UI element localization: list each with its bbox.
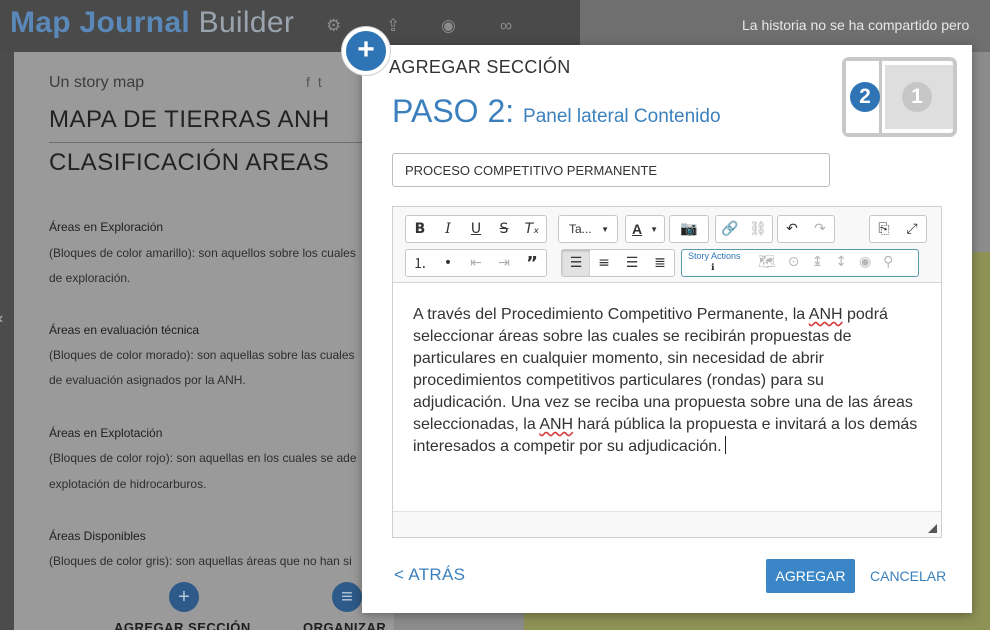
app-title-light: Builder [198,6,295,39]
text-color-group: A ▼ [625,215,665,243]
link-icon[interactable]: 🔗 [716,216,744,242]
caret-down-icon: ▼ [650,224,658,234]
bullet-list-icon[interactable]: • [434,250,462,276]
content-text: A través del Procedimiento Competitivo P… [413,306,809,323]
story-side-panel: Un story map ft MAPA DE TIERRAS ANH CLAS… [14,52,394,630]
text-color-dropdown[interactable]: A ▼ [626,216,664,242]
history-group: ↶ ↷ [777,215,835,243]
resize-handle-icon[interactable] [928,524,937,533]
italic-button[interactable]: I [434,216,462,242]
maximize-icon[interactable]: ⤢ [898,216,926,242]
align-right-icon[interactable]: ☰ [618,250,646,276]
underline-button[interactable]: U [462,216,490,242]
strikethrough-button[interactable]: S [490,216,518,242]
back-button[interactable]: < ATRÁS [394,565,465,585]
bold-button[interactable]: B [406,216,434,242]
section-text: (Bloques de color rojo): son aquellas en… [49,451,357,465]
editor-toolbar: B I U S Tₓ Ta... ▼ A ▼ 📷 🔗 ⛓ ↶ ↷ ⎘ ⤢ ⒈ •… [393,207,941,283]
story-action-icons[interactable]: 🗺⊙↨↕◉⚲ [758,254,905,270]
editor-content[interactable]: A través del Procedimiento Competitivo P… [393,284,941,511]
story-byline: Un story map [49,74,145,91]
format-group: B I U S Tₓ [405,215,547,243]
section-text: de evaluación asignados por la ANH. [49,373,246,387]
align-left-icon[interactable]: ☰ [562,250,590,276]
step-subtitle: Panel lateral Contenido [523,106,721,127]
section-text: (Bloques de color amarillo): son aquello… [49,246,356,260]
social-share-icons[interactable]: ft [306,74,330,90]
layout-thumbnail: 2 1 [842,57,957,137]
section-text: (Bloques de color gris): son aquellas ár… [49,554,352,568]
blockquote-icon[interactable]: ” [518,250,546,276]
font-size-value: Ta... [569,222,592,236]
title-divider [49,142,394,143]
settings-icon[interactable]: ⚙ [326,16,341,36]
app-title: Map Journal Builder [10,6,294,40]
content-text: podrá seleccionar áreas sobre las cuales… [413,306,913,433]
organize-link[interactable]: ORGANIZAR [303,620,386,630]
source-icon[interactable]: ⎘ [870,216,898,242]
editor-statusbar [393,511,941,537]
spellcheck-word: ANH [539,416,574,433]
redo-icon[interactable]: ↷ [806,216,834,242]
cancel-button[interactable]: CANCELAR [870,568,946,584]
link-group: 🔗 ⛓ [715,215,773,243]
outdent-icon[interactable]: ⇤ [462,250,490,276]
app-title-bold: Map Journal [10,6,190,39]
rich-text-editor: B I U S Tₓ Ta... ▼ A ▼ 📷 🔗 ⛓ ↶ ↷ ⎘ ⤢ ⒈ •… [392,206,942,538]
text-caret [724,436,726,454]
add-section-dialog: AGREGAR SECCIÓN PASO 2: Panel lateral Co… [362,45,972,613]
font-size-group: Ta... ▼ [558,215,618,243]
story-actions-label: Story Actions [688,251,741,261]
undo-icon[interactable]: ↶ [778,216,806,242]
layout-side-number: 2 [850,82,880,112]
add-section-link[interactable]: AGREGAR SECCIÓN [114,620,251,630]
section-text: de exploración. [49,271,131,285]
section-title-input[interactable] [392,153,830,187]
add-section-plus-icon[interactable]: + [169,582,199,612]
add-button[interactable]: AGREGAR [766,559,855,593]
share-icon[interactable]: ⇪ [386,16,400,36]
indent-icon[interactable]: ⇥ [490,250,518,276]
share-status-text: La historia no se ha compartido pero [742,17,970,33]
step-heading: PASO 2: Panel lateral Contenido [392,93,721,130]
text-color-value: A [632,221,643,237]
story-actions-group: Story Actions ℹ 🗺⊙↨↕◉⚲ [681,249,919,277]
story-title-line2: CLASIFICACIÓN AREAS [49,149,330,176]
binoculars-icon[interactable]: ∞ [500,16,512,36]
add-section-badge-icon: + [342,27,390,75]
section-text: explotación de hidrocarburos. [49,477,207,491]
media-group: 📷 [669,215,709,243]
section-text: (Bloques de color morado): son aquellas … [49,348,355,362]
insert-media-icon[interactable]: 📷 [670,216,708,242]
align-group: ☰ ≡ ☰ ≣ [561,249,675,277]
organize-list-icon[interactable]: ≡ [332,582,362,612]
dialog-title: AGREGAR SECCIÓN [389,57,571,77]
list-group: ⒈ • ⇤ ⇥ ” [405,249,547,277]
layout-main-number: 1 [902,82,932,112]
step-number: PASO 2: [392,93,515,129]
caret-down-icon: ▼ [601,224,609,234]
align-justify-icon[interactable]: ≣ [646,250,674,276]
numbered-list-icon[interactable]: ⒈ [406,250,434,276]
align-center-icon[interactable]: ≡ [590,250,618,276]
chevron-left-icon[interactable]: ‹ [0,310,3,328]
section-heading: Áreas Disponibles [49,529,146,543]
section-heading: Áreas en Exploración [49,220,164,234]
unlink-icon[interactable]: ⛓ [744,216,772,242]
info-icon[interactable]: ℹ [711,262,714,273]
view-group: ⎘ ⤢ [869,215,927,243]
spellcheck-word: ANH [808,306,843,323]
font-size-dropdown[interactable]: Ta... ▼ [559,216,617,242]
section-heading: Áreas en Explotación [49,426,163,440]
remove-format-icon[interactable]: Tₓ [518,216,546,242]
preview-icon[interactable]: ◉ [441,16,456,36]
facebook-icon[interactable]: f [306,74,318,90]
twitter-icon[interactable]: t [318,74,330,90]
collapse-strip: ‹ [0,52,14,630]
story-title-line1: MAPA DE TIERRAS ANH [49,106,330,133]
section-heading: Áreas en evaluación técnica [49,323,200,337]
